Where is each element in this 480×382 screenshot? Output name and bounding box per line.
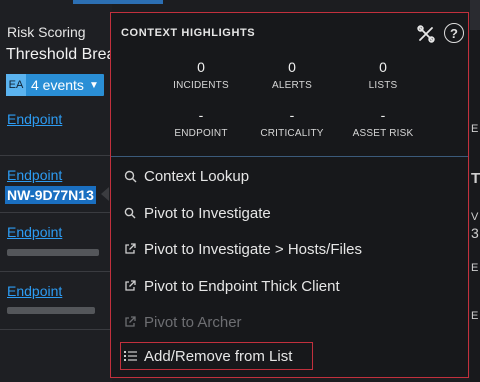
clipped-text: 3 bbox=[471, 225, 479, 241]
endpoint-link[interactable]: Endpoint bbox=[7, 224, 62, 240]
search-icon bbox=[123, 206, 137, 220]
menu-label: Context Lookup bbox=[144, 167, 250, 185]
stat-asset-risk: - ASSET RISK bbox=[333, 107, 433, 139]
endpoint-link[interactable]: Endpoint bbox=[7, 167, 62, 183]
left-panel: Risk Scoring Threshold Breac EA 4 events… bbox=[0, 0, 163, 382]
ea-badge: EA bbox=[6, 74, 26, 96]
stat-value: - bbox=[198, 107, 204, 123]
selected-hostname[interactable]: NW-9D77N13 bbox=[5, 186, 96, 204]
menu-pivot-investigate[interactable]: Pivot to Investigate bbox=[123, 201, 271, 225]
menu-label: Pivot to Investigate bbox=[144, 204, 271, 222]
external-link-icon bbox=[123, 315, 137, 329]
popover-pointer bbox=[101, 187, 109, 201]
stat-label: LISTS bbox=[368, 80, 398, 91]
stat-endpoint: - ENDPOINT bbox=[151, 107, 251, 139]
divider bbox=[0, 329, 112, 330]
clipped-text: E bbox=[471, 262, 479, 274]
external-link-icon bbox=[123, 242, 137, 256]
redacted-value bbox=[7, 249, 99, 256]
endpoint-link[interactable]: Endpoint bbox=[7, 283, 62, 299]
clipped-text: T bbox=[471, 170, 480, 187]
events-count-label: 4 events bbox=[31, 77, 84, 93]
stat-alerts[interactable]: 0 ALERTS bbox=[242, 59, 342, 91]
external-link-icon bbox=[123, 279, 137, 293]
tools-icon[interactable] bbox=[416, 24, 436, 44]
stat-label: INCIDENTS bbox=[173, 80, 229, 91]
divider bbox=[0, 271, 112, 272]
event-title: Risk Scoring bbox=[7, 24, 86, 40]
divider bbox=[111, 156, 468, 157]
endpoint-link[interactable]: Endpoint bbox=[7, 111, 62, 127]
divider bbox=[0, 212, 112, 213]
stat-incidents[interactable]: 0 INCIDENTS bbox=[151, 59, 251, 91]
menu-label: Pivot to Archer bbox=[144, 313, 242, 331]
popover-title: CONTEXT HIGHLIGHTS bbox=[121, 27, 256, 39]
stat-value: - bbox=[380, 107, 386, 123]
stat-value: 0 bbox=[288, 59, 296, 75]
stat-criticality: - CRITICALITY bbox=[242, 107, 342, 139]
stat-value: 0 bbox=[379, 59, 387, 75]
menu-pivot-endpoint-thick-client[interactable]: Pivot to Endpoint Thick Client bbox=[123, 274, 340, 298]
right-panel bbox=[470, 0, 480, 382]
redacted-value bbox=[7, 307, 95, 314]
stat-label: ENDPOINT bbox=[174, 128, 228, 139]
stat-value: 0 bbox=[197, 59, 205, 75]
clipped-text: E bbox=[471, 310, 479, 322]
stat-lists[interactable]: 0 LISTS bbox=[333, 59, 433, 91]
divider bbox=[0, 155, 112, 156]
context-lookup-icon bbox=[123, 169, 137, 183]
clipped-text: E bbox=[471, 123, 479, 135]
help-icon[interactable]: ? bbox=[444, 23, 464, 43]
menu-pivot-hosts-files[interactable]: Pivot to Investigate > Hosts/Files bbox=[123, 237, 362, 261]
active-tab-indicator bbox=[73, 0, 163, 4]
stat-value: - bbox=[289, 107, 295, 123]
stat-label: ALERTS bbox=[272, 80, 312, 91]
menu-label: Pivot to Endpoint Thick Client bbox=[144, 277, 340, 295]
stat-label: CRITICALITY bbox=[260, 128, 324, 139]
chevron-down-icon: ▼ bbox=[88, 79, 99, 91]
clipped-text: V bbox=[471, 211, 479, 223]
context-highlights-popover: CONTEXT HIGHLIGHTS ? 0 INCIDENTS 0 ALERT… bbox=[110, 12, 469, 378]
highlight-box bbox=[120, 342, 313, 370]
right-panel-header bbox=[470, 0, 480, 30]
stat-label: ASSET RISK bbox=[352, 128, 414, 139]
menu-label: Pivot to Investigate > Hosts/Files bbox=[144, 240, 363, 258]
menu-pivot-archer: Pivot to Archer bbox=[123, 310, 242, 334]
event-subtitle: Threshold Breac bbox=[6, 46, 124, 63]
menu-context-lookup[interactable]: Context Lookup bbox=[123, 164, 249, 188]
events-dropdown[interactable]: EA 4 events ▼ bbox=[6, 74, 104, 96]
